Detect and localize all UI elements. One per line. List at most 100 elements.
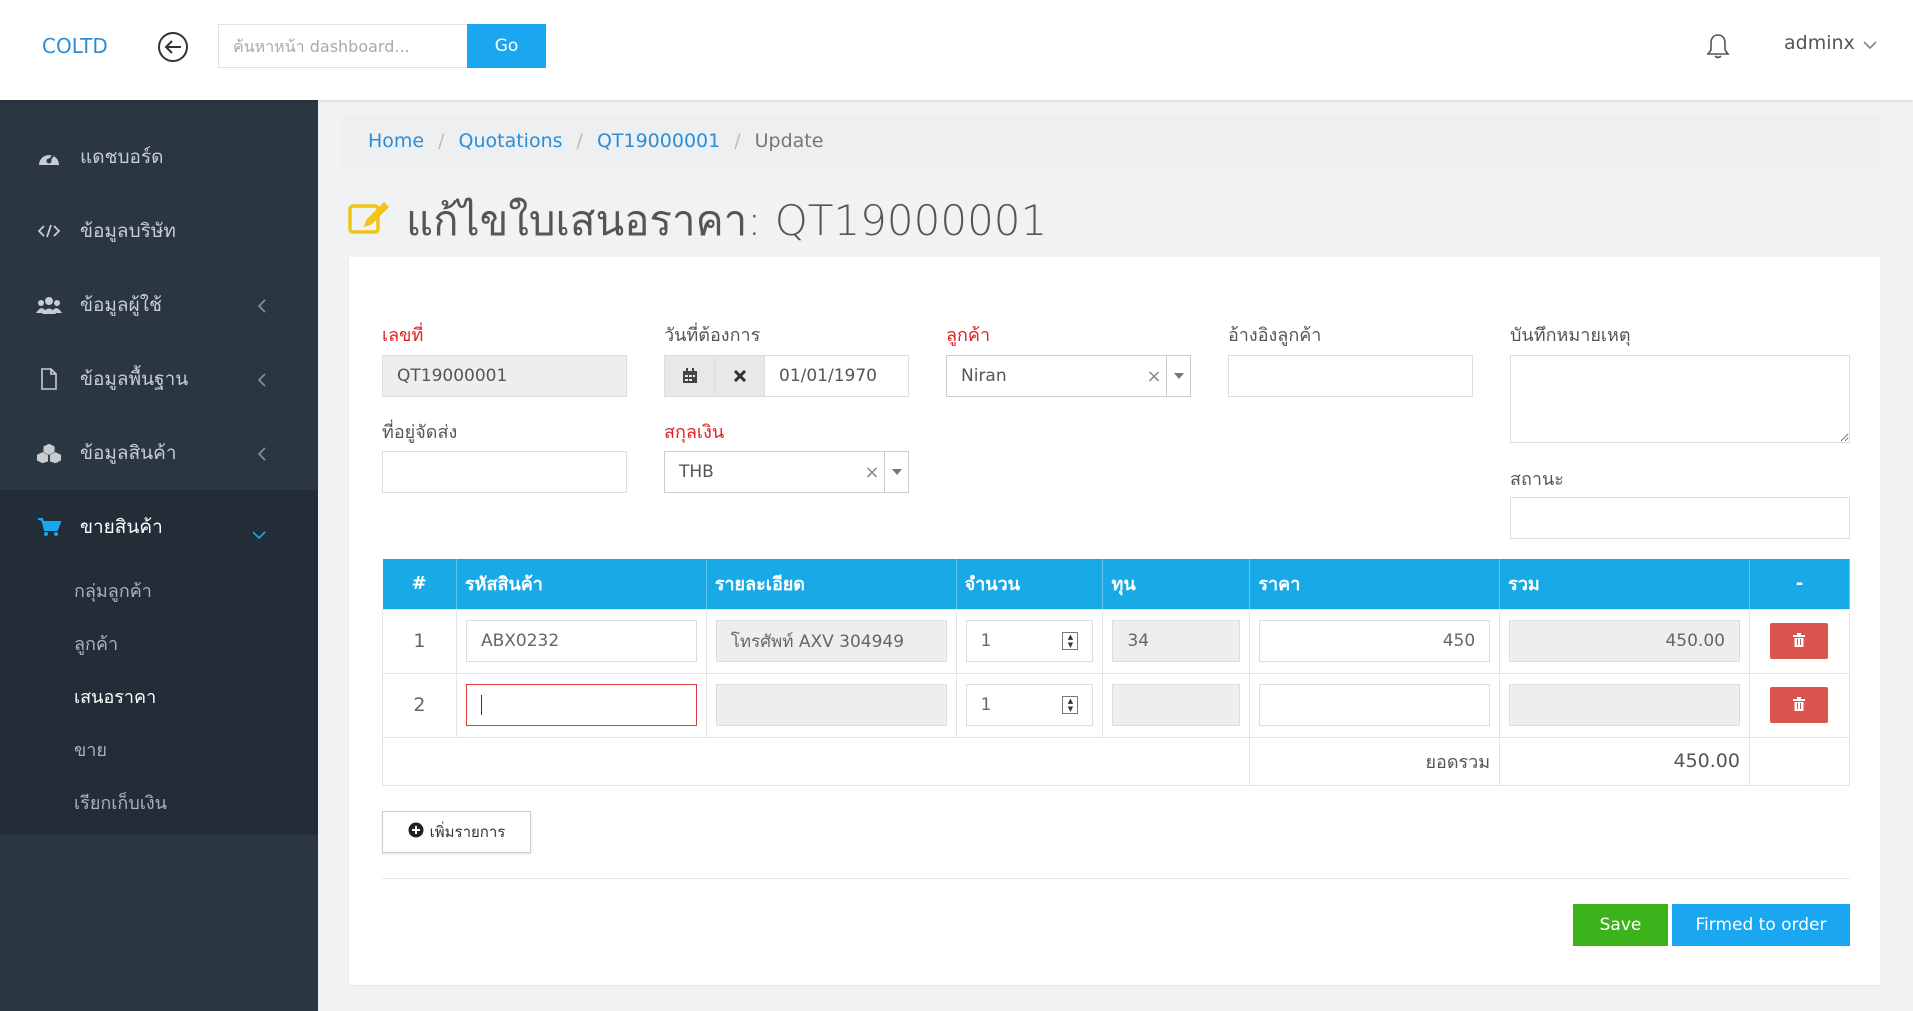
spinner-icon[interactable]: ▲ ▼ [1062,632,1079,650]
quantity-stepper[interactable]: 1 ▲ ▼ [965,620,1094,662]
sidebar: แดชบอร์ด ข้อมูลบริษัท ข้อมูลผู้ใช้ ข้อมู… [0,100,318,1011]
customer-label: ลูกค้า [946,325,991,346]
table-row: 2 1 ▲ ▼ [382,672,1851,738]
cost-field: 34 [1112,620,1241,662]
row-number: 2 [382,672,457,738]
file-icon [36,368,62,390]
user-name: adminx [1784,32,1855,54]
sidebar-item-master-data[interactable]: ข้อมูลพื้นฐาน [0,342,318,416]
caret-down-icon[interactable] [884,452,908,492]
sidebar-item-products[interactable]: ข้อมูลสินค้า [0,416,318,490]
sidebar-subitem-billing[interactable]: เรียกเก็บเงิน [0,776,318,829]
doc-no-label: เลขที่ [382,325,424,346]
chevron-left-icon [257,296,266,318]
col-header-cost: ทุน [1102,559,1251,609]
grand-total-value: 450.00 [1499,736,1750,786]
doc-no-field: QT19000001 [382,355,627,397]
clear-date-icon[interactable] [715,356,765,396]
chevron-down-icon [1863,32,1877,54]
cost-field [1112,684,1241,726]
add-item-button[interactable]: เพิ่มรายการ [382,811,531,853]
col-header-detail: รายละเอียด [706,559,957,609]
product-code-input[interactable] [465,684,697,726]
col-header-price: ราคา [1249,559,1501,609]
breadcrumb-document[interactable]: QT19000001 [597,130,720,152]
items-table: # รหัสสินค้า รายละเอียด จำนวน ทุน ราคา ร… [381,559,1851,786]
grand-total-empty [1748,736,1851,786]
brand-logo[interactable]: COLTD [42,34,108,58]
due-date-field[interactable]: 01/01/1970 [664,355,909,397]
status-field[interactable] [1510,497,1850,539]
calendar-icon[interactable] [665,356,715,396]
ship-address-label: ที่อยู่จัดส่ง [382,422,458,443]
caret-down-icon[interactable] [1166,356,1190,396]
add-item-label: เพิ่มรายการ [429,823,506,841]
table-header-row: # รหัสสินค้า รายละเอียด จำนวน ทุน ราคา ร… [382,559,1851,609]
sidebar-item-label: แดชบอร์ด [80,146,164,168]
ship-address-field[interactable] [382,451,627,493]
customer-ref-label: อ้างอิงลูกค้า [1228,325,1322,346]
status-label: สถานะ [1510,469,1564,490]
code-icon [36,220,62,242]
chevron-down-icon [252,522,266,544]
delete-row-button[interactable] [1770,687,1829,723]
users-icon [36,294,62,316]
sidebar-subitem-quotations[interactable]: เสนอราคา [0,670,318,723]
due-date-value[interactable]: 01/01/1970 [765,356,908,396]
search-input[interactable] [218,24,468,68]
page-title-text: แก้ไขใบเสนอราคา: QT19000001 [406,196,1048,245]
quantity-stepper[interactable]: 1 ▲ ▼ [965,684,1094,726]
col-header-action: - [1749,559,1851,609]
col-header-num: # [382,559,457,609]
sales-submenu: กลุ่มลูกค้า ลูกค้า เสนอราคา ขาย เรียกเก็… [0,564,318,835]
quantity-value: 1 [980,695,992,715]
sidebar-item-dashboard[interactable]: แดชบอร์ด [0,120,318,194]
breadcrumb: Home / Quotations / QT19000001 / Update [342,115,1880,167]
chevron-left-icon [257,370,266,392]
product-detail-field [715,684,947,726]
sidebar-subitem-sales[interactable]: ขาย [0,723,318,776]
save-button[interactable]: Save [1573,904,1668,946]
spinner-icon[interactable]: ▲ ▼ [1062,696,1079,714]
top-bar: COLTD Go adminx [0,0,1913,100]
breadcrumb-separator: / [438,130,445,152]
note-textarea[interactable] [1510,355,1850,443]
customer-select-value: Niran [961,366,1007,386]
sidebar-subitem-customer-groups[interactable]: กลุ่มลูกค้า [0,564,318,617]
sidebar-subitem-customers[interactable]: ลูกค้า [0,617,318,670]
currency-select[interactable]: THB × [664,451,909,493]
edit-icon [348,197,392,246]
firmed-to-order-button[interactable]: Firmed to order [1672,904,1850,946]
search-go-button[interactable]: Go [467,24,546,68]
clear-selection-icon[interactable]: × [1142,366,1166,387]
price-input[interactable] [1259,684,1491,726]
breadcrumb-home[interactable]: Home [368,130,424,152]
clear-selection-icon[interactable]: × [860,462,884,483]
breadcrumb-quotations[interactable]: Quotations [459,130,563,152]
breadcrumb-separator: / [734,130,741,152]
cubes-icon [36,442,62,464]
product-code-input[interactable]: ABX0232 [465,620,697,662]
dashboard-icon [36,146,62,168]
user-menu[interactable]: adminx [1784,32,1877,54]
sidebar-item-company[interactable]: ข้อมูลบริษัท [0,194,318,268]
form-divider [382,878,1850,879]
page-title: แก้ไขใบเสนอราคา: QT19000001 [348,188,1047,254]
sidebar-item-label: ข้อมูลสินค้า [80,442,177,464]
currency-select-value: THB [679,462,714,482]
delete-row-button[interactable] [1770,623,1829,659]
back-arrow-icon[interactable] [158,32,188,62]
customer-ref-field[interactable] [1228,355,1473,397]
customer-select[interactable]: Niran × [946,355,1191,397]
sidebar-item-sales[interactable]: ขายสินค้า [0,490,318,564]
table-row: 1 ABX0232 โทรศัพท์ AXV 304949 1 ▲ ▼ 34 45… [382,608,1851,674]
col-header-qty: จำนวน [956,559,1104,609]
breadcrumb-current: Update [754,130,824,152]
bell-icon[interactable] [1706,32,1730,60]
chevron-left-icon [257,444,266,466]
price-input[interactable]: 450 [1259,620,1491,662]
plus-circle-icon [408,822,424,842]
note-label: บันทึกหมายเหตุ [1510,325,1631,346]
sidebar-item-users[interactable]: ข้อมูลผู้ใช้ [0,268,318,342]
product-detail-field: โทรศัพท์ AXV 304949 [715,620,947,662]
